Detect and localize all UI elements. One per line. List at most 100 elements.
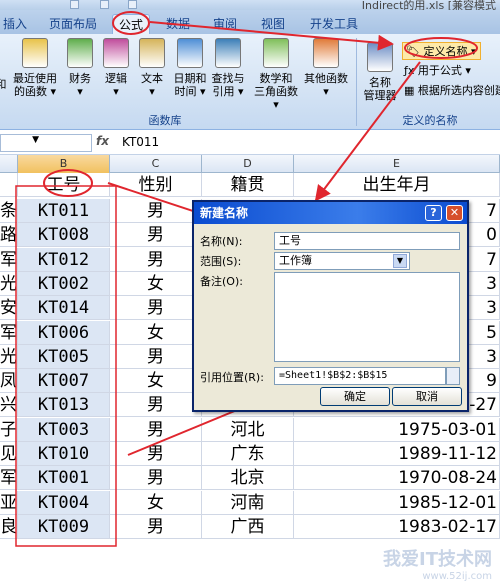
name-manager-button[interactable]: 名称 管理器 <box>360 42 400 102</box>
table-cell-e[interactable]: 1983-02-17 <box>294 514 500 539</box>
table-cell-a[interactable]: 凤 <box>0 369 18 394</box>
table-cell-d[interactable]: 广西 <box>202 514 294 539</box>
table-cell-c[interactable]: 女 <box>110 271 202 296</box>
table-cell-a[interactable]: 军 <box>0 320 18 345</box>
table-cell-c[interactable]: 女 <box>110 369 202 394</box>
chevron-down-icon[interactable]: ▼ <box>32 135 39 145</box>
column-header-d[interactable]: D <box>202 155 294 173</box>
table-cell-a[interactable]: 子 <box>0 417 18 442</box>
table-cell-c[interactable]: 男 <box>110 344 202 369</box>
chevron-down-icon[interactable]: ▼ <box>393 254 407 268</box>
table-cell-e[interactable]: 1975-03-01 <box>294 417 500 442</box>
header-cell-d[interactable]: 籍贯 <box>202 173 294 197</box>
table-cell-c[interactable]: 男 <box>110 514 202 539</box>
tab-page-layout[interactable]: 页面布局 <box>42 14 104 34</box>
tab-data[interactable]: 数据 <box>160 14 196 34</box>
table-cell-b[interactable]: KT003 <box>18 417 110 442</box>
table-cell-e[interactable]: 1970-08-24 <box>294 466 500 491</box>
table-cell-b[interactable]: KT012 <box>18 247 110 272</box>
tab-formulas[interactable]: 公式 <box>112 14 150 34</box>
table-cell-b[interactable]: KT009 <box>18 514 110 539</box>
table-cell-a[interactable]: 安 <box>0 296 18 321</box>
table-cell-b[interactable]: KT013 <box>18 393 110 418</box>
table-cell-d[interactable]: 河南 <box>202 490 294 515</box>
table-cell-a[interactable]: 亚 <box>0 490 18 515</box>
table-cell-c[interactable]: 男 <box>110 393 202 418</box>
insert-function-icon[interactable]: fx <box>96 134 109 148</box>
table-cell-c[interactable]: 男 <box>110 247 202 272</box>
text-button[interactable]: 文本 ▾ <box>132 38 172 98</box>
recent-functions-icon <box>22 38 48 68</box>
table-cell-a[interactable]: 光 <box>0 344 18 369</box>
name-box[interactable]: ▼ <box>0 134 92 152</box>
comment-textarea[interactable] <box>274 272 460 362</box>
table-cell-d[interactable]: 广东 <box>202 442 294 466</box>
header-cell-c[interactable]: 性别 <box>110 173 202 197</box>
recent-functions-button[interactable]: 最近使用 的函数 ▾ <box>12 38 58 98</box>
table-cell-b[interactable]: KT004 <box>18 490 110 515</box>
table-cell-d[interactable]: 河北 <box>202 417 294 442</box>
lookup-reference-button[interactable]: 查找与 引用 ▾ <box>208 38 248 98</box>
table-cell-c[interactable]: 男 <box>110 223 202 248</box>
math-trig-button[interactable]: 数学和 三角函数 ▾ <box>252 38 300 111</box>
column-header-e[interactable]: E <box>294 155 500 173</box>
formula-input[interactable]: KT011 <box>122 135 159 149</box>
financial-button[interactable]: 财务 ▾ <box>60 38 100 98</box>
table-cell-b[interactable]: KT005 <box>18 344 110 369</box>
table-cell-a[interactable]: 军 <box>0 466 18 491</box>
tab-review[interactable]: 审阅 <box>208 14 242 34</box>
table-cell-a[interactable]: 良 <box>0 514 18 539</box>
table-cell-d[interactable]: 北京 <box>202 466 294 491</box>
scope-select[interactable]: 工作簿 ▼ <box>274 252 410 270</box>
help-button[interactable]: ? <box>425 205 442 221</box>
collapse-dialog-icon[interactable] <box>446 367 460 385</box>
table-cell-b[interactable]: KT002 <box>18 271 110 296</box>
use-in-formula-button[interactable]: ƒx 用于公式 ▾ <box>404 62 471 78</box>
column-header-b[interactable]: B <box>18 155 110 173</box>
table-cell-e[interactable]: 1985-12-01 <box>294 490 500 515</box>
close-button[interactable]: ✕ <box>446 205 463 221</box>
refers-to-input[interactable]: =Sheet1!$B$2:$B$15 <box>274 367 446 385</box>
table-cell-a[interactable]: 光 <box>0 271 18 296</box>
table-cell-b[interactable]: KT011 <box>18 199 110 223</box>
header-cell-b[interactable]: 工号 <box>18 173 110 197</box>
define-name-button[interactable]: 🏷 定义名称 ▾ <box>402 42 481 60</box>
table-cell-c[interactable]: 女 <box>110 490 202 515</box>
date-time-button[interactable]: 日期和 时间 ▾ <box>170 38 210 98</box>
table-cell-b[interactable]: KT006 <box>18 320 110 345</box>
tab-view[interactable]: 视图 <box>256 14 290 34</box>
table-cell-b[interactable]: KT014 <box>18 296 110 321</box>
table-cell-a[interactable]: 军 <box>0 247 18 272</box>
table-cell-b[interactable]: KT001 <box>18 466 110 491</box>
logical-button[interactable]: 逻辑 ▾ <box>96 38 136 98</box>
table-cell-a[interactable]: 兴 <box>0 393 18 418</box>
cancel-button[interactable]: 取消 <box>392 387 462 406</box>
create-from-selection-button[interactable]: ▦ 根据所选内容创建 <box>404 82 500 98</box>
undo-icon[interactable] <box>100 0 109 9</box>
table-cell-e[interactable]: 1989-11-12 <box>294 442 500 466</box>
table-cell-a[interactable]: 见 <box>0 442 18 466</box>
column-header-a[interactable] <box>0 155 18 173</box>
name-input[interactable]: 工号 <box>274 232 460 250</box>
table-cell-c[interactable]: 男 <box>110 442 202 466</box>
table-cell-c[interactable]: 女 <box>110 320 202 345</box>
tab-insert[interactable]: 插入 <box>0 14 30 34</box>
column-header-c[interactable]: C <box>110 155 202 173</box>
group-label-defined-names: 定义的名称 <box>402 114 458 127</box>
more-functions-button[interactable]: 其他函数 ▾ <box>302 38 350 98</box>
table-cell-c[interactable]: 男 <box>110 417 202 442</box>
table-cell-a[interactable]: 路 <box>0 223 18 248</box>
table-cell-c[interactable]: 男 <box>110 199 202 223</box>
ok-button[interactable]: 确定 <box>320 387 390 406</box>
table-cell-c[interactable]: 男 <box>110 296 202 321</box>
tab-developer[interactable]: 开发工具 <box>304 14 364 34</box>
table-cell-b[interactable]: KT008 <box>18 223 110 248</box>
header-cell-e[interactable]: 出生年月 <box>294 173 500 197</box>
table-cell-b[interactable]: KT010 <box>18 442 110 466</box>
table-cell-c[interactable]: 男 <box>110 466 202 491</box>
table-cell-b[interactable]: KT007 <box>18 369 110 394</box>
redo-icon[interactable] <box>128 0 137 9</box>
table-cell-a[interactable]: 条 <box>0 199 18 223</box>
save-icon[interactable] <box>70 0 79 9</box>
row-header[interactable] <box>0 173 18 197</box>
